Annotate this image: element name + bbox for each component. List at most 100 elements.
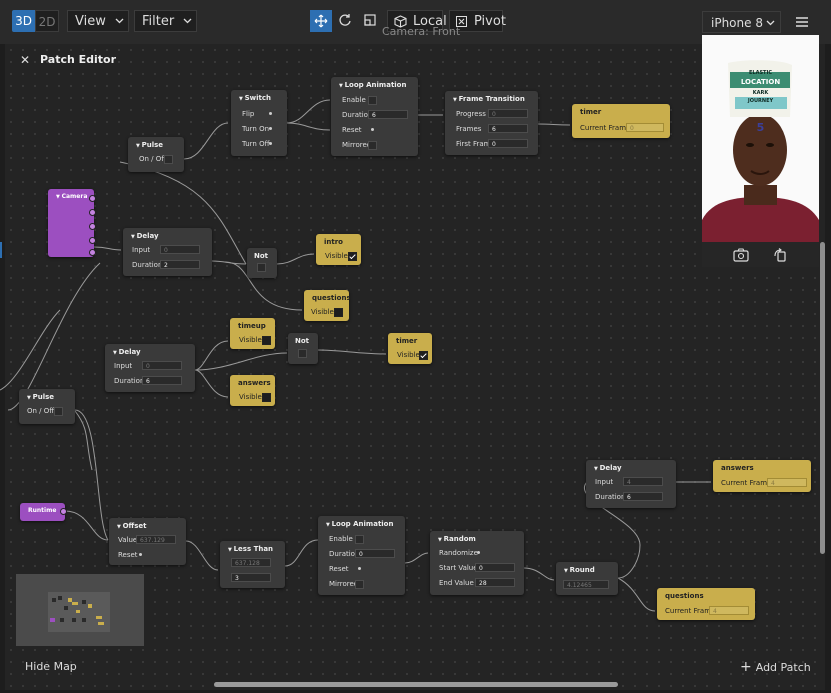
timer-visible-node[interactable]: timer Visible [388,333,432,364]
node-title: Delay [118,348,141,356]
node-title: answers [238,379,271,387]
port-label: Current Frame [665,607,716,615]
enable-checkbox[interactable] [355,535,364,544]
b-field[interactable]: 3 [231,573,271,582]
hat-number: 5 [756,121,765,134]
duration-field[interactable]: 0 [355,549,395,558]
timeup-node[interactable]: timeup Visible [230,318,275,349]
preview-person-image [702,60,819,242]
duration-field[interactable]: 6 [623,492,663,501]
switch-camera-icon[interactable] [733,248,749,262]
node-title: Delay [136,232,159,240]
end-value-field[interactable]: 28 [475,578,515,587]
node-title: Camera [61,193,88,200]
not-node[interactable]: Not [247,248,277,278]
answers-visible-checkbox[interactable] [262,393,271,402]
timeup-visible-checkbox[interactable] [262,336,271,345]
node-title: Not [254,252,269,260]
questions-visible-checkbox[interactable] [334,308,343,317]
node-title: questions [665,592,704,600]
port-label: Visible [239,336,262,344]
node-title: Random [443,535,476,543]
switch-node[interactable]: ▼ Switch Flip Turn On Turn Off [231,90,287,156]
port-label: Visible [311,308,334,316]
hat-line: KARK [752,90,769,96]
questions-frame-node[interactable]: questions Current Frame 4 [657,588,755,620]
camera-node[interactable]: ▼ Camera [48,189,96,257]
node-title: Pulse [141,141,164,149]
input-field[interactable]: 0 [160,245,200,254]
duration-field[interactable]: 6 [368,110,408,119]
value-field[interactable]: 637.129 [136,535,176,544]
first-frame-field[interactable]: 0 [488,139,528,148]
questions-visible-node[interactable]: questions Visible [304,290,351,321]
runtime-node[interactable]: Runtime [20,503,67,521]
delay-node[interactable]: ▼ Delay Input 0 Duration 2 [123,228,212,276]
node-title: Not [295,337,310,345]
delay-node[interactable]: ▼ Delay Input 0 Duration 6 [105,344,195,392]
mirrored-checkbox[interactable] [368,141,377,150]
input-field[interactable]: 0 [142,361,182,370]
horizontal-scrollbar[interactable] [214,682,618,687]
delay-node[interactable]: ▼ Delay Input 4 Duration 6 [586,460,676,508]
start-value-field[interactable]: 0 [475,563,515,572]
intro-visible-checkbox[interactable] [348,252,357,261]
node-title: Pulse [32,393,55,401]
port-label: Enable [342,96,366,104]
node-title: Runtime [28,507,57,514]
port-label: Flip [242,110,255,118]
progress-field[interactable]: 0 [488,109,528,118]
hide-map-button[interactable]: Hide Map [25,660,77,673]
pulse-node[interactable]: ▼ Pulse On / Off [128,137,184,172]
patch-minimap[interactable] [16,574,144,646]
enable-checkbox[interactable] [368,96,377,105]
node-title: timer [396,337,418,345]
on-off-checkbox[interactable] [164,155,173,164]
port-label: Mirrored [342,141,372,149]
node-title: Loop Animation [331,520,394,528]
current-frame-field[interactable]: 4 [709,606,749,615]
frames-field[interactable]: 6 [488,124,528,133]
input-field[interactable]: 4 [623,477,663,486]
timer-visible-checkbox[interactable] [419,351,428,360]
node-title: answers [721,464,754,472]
port-label: Turn Off [242,140,270,148]
mirrored-checkbox[interactable] [355,580,364,589]
a-field[interactable]: 637.128 [231,558,271,567]
current-frame-field[interactable]: 0 [626,123,664,132]
plus-icon: + [740,659,752,675]
port-label: Input [132,246,151,254]
not-checkbox[interactable] [257,263,266,272]
port-label: Mirrored [329,580,359,588]
answers-frame-node[interactable]: answers Current Frame 4 [713,460,811,492]
duration-field[interactable]: 2 [160,260,200,269]
current-frame-field[interactable]: 4 [767,478,807,487]
timer-frame-node[interactable]: timer Current Frame 0 [572,104,670,138]
random-node[interactable]: ▼ Random Randomize Start Value 0 End Valu… [430,531,524,595]
port-label: Current Frame [580,124,631,132]
offset-node[interactable]: ▼ Offset Value 637.129 Reset [109,518,186,565]
duration-field[interactable]: 6 [142,376,182,385]
port-label: Reset [118,551,138,559]
loop-animation-node[interactable]: ▼ Loop Animation Enable Duration 0 Reset … [318,516,405,595]
add-patch-button[interactable]: + Add Patch [740,659,811,675]
not-checkbox[interactable] [298,349,307,358]
port-label: On / Off [139,155,167,163]
port-label: Duration [132,261,163,269]
hat-line: ELASTIC [748,70,772,76]
loop-animation-node[interactable]: ▼ Loop Animation Enable Duration 6 Reset … [331,77,418,156]
round-node[interactable]: ▼ Round 4.12465 [556,562,618,595]
frame-transition-node[interactable]: ▼ Frame Transition Progress 0 Frames 6 Fir… [445,91,538,155]
on-off-checkbox[interactable] [54,407,63,416]
round-value-field[interactable]: 4.12465 [563,580,609,589]
port-label: Reset [329,565,349,573]
port-label: Input [114,362,133,370]
not-node[interactable]: Not [288,333,318,364]
vertical-scrollbar[interactable] [820,242,825,554]
intro-node[interactable]: intro Visible [316,234,361,265]
answers-visible-node[interactable]: answers Visible [230,375,275,406]
less-than-node[interactable]: ▼ Less Than 637.128 3 [220,541,285,588]
pulse-node[interactable]: ▼ Pulse On / Off [19,389,75,424]
rotate-device-icon[interactable] [773,248,787,262]
node-title: Less Than [233,545,274,553]
